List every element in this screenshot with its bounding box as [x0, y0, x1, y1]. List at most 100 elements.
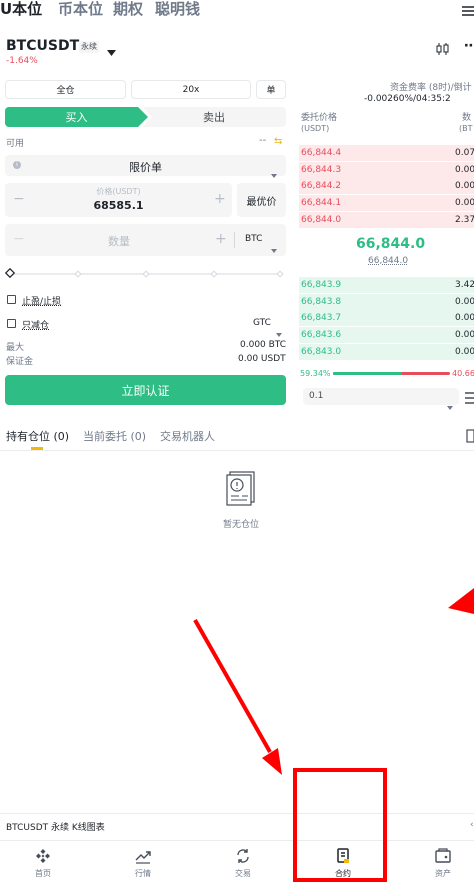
precision-select[interactable]: 0.1 — [303, 388, 459, 410]
expand-icon[interactable]: ‹ — [470, 820, 474, 830]
tab-options[interactable]: 期权 — [113, 0, 143, 18]
price-change: -1.64% — [6, 56, 38, 66]
highlight-box-annotation — [293, 768, 387, 882]
empty-document-icon — [222, 468, 260, 510]
available-label: 可用 — [6, 139, 25, 149]
tab-coinm[interactable]: 币本位 — [58, 0, 103, 18]
candlestick-icon[interactable] — [436, 40, 450, 59]
tab-smart-money[interactable]: 聪明钱 — [155, 0, 200, 18]
max-label: 最大 — [6, 343, 25, 353]
book-price-unit: (USDT) — [301, 124, 330, 133]
best-price-button[interactable]: 最优价 — [237, 183, 286, 217]
mark-price[interactable]: 66,844.0 — [368, 256, 408, 266]
ask-row[interactable]: 66,844.2 0.00 — [299, 178, 474, 194]
bid-qty: 3.42 — [455, 280, 474, 290]
margin-label: 保证金 — [6, 357, 34, 367]
nav-assets-label: 资产 — [435, 869, 451, 878]
qty-increase-button[interactable]: + — [215, 231, 227, 247]
price-increase-button[interactable]: + — [214, 191, 226, 207]
trend-chart-icon — [135, 851, 151, 864]
ask-price: 66,844.0 — [301, 215, 342, 225]
buy-label: 买入 — [65, 111, 88, 124]
buy-ratio: 59.34% — [300, 369, 331, 378]
bid-qty: 0.00 — [455, 313, 474, 323]
book-layout-icon[interactable] — [465, 390, 474, 409]
ask-qty: 0.00 — [455, 181, 474, 191]
ask-price: 66,844.4 — [301, 148, 342, 158]
available-value: -- — [259, 135, 267, 146]
bid-row[interactable]: 66,843.0 0.00 — [299, 344, 474, 360]
symbol-title[interactable]: BTCUSDT — [6, 38, 79, 54]
qty-unit-select[interactable]: BTC — [245, 234, 262, 244]
ask-qty: 2.37 — [455, 215, 474, 225]
bid-qty: 0.00 — [455, 297, 474, 307]
nav-home-label: 首页 — [35, 869, 51, 878]
ratio-bar — [333, 372, 450, 375]
dropdown-icon — [271, 238, 277, 257]
ask-row[interactable]: 66,844.4 0.07 — [299, 145, 474, 161]
tab-positions[interactable]: 持有仓位 (0) — [6, 428, 69, 444]
nav-trade[interactable]: 交易 — [213, 848, 273, 879]
arrow-annotation — [0, 0, 474, 883]
ask-qty: 0.00 — [455, 198, 474, 208]
quantity-input[interactable]: − 数量 + BTC — [5, 224, 286, 256]
last-price[interactable]: 66,844.0 — [356, 236, 425, 252]
margin-mode-button[interactable]: 全仓 — [5, 80, 126, 99]
ask-row[interactable]: 66,844.3 0.00 — [299, 162, 474, 178]
sell-tab[interactable]: 卖出 — [142, 107, 286, 127]
tab-trading-bots[interactable]: 交易机器人 — [160, 428, 215, 444]
ask-row[interactable]: 66,844.1 0.00 — [299, 195, 474, 211]
bid-qty: 0.00 — [455, 347, 474, 357]
nav-home[interactable]: 首页 — [13, 848, 73, 879]
bid-row[interactable]: 66,843.6 0.00 — [299, 327, 474, 343]
qty-divider — [234, 232, 235, 248]
tab-open-orders[interactable]: 当前委托 (0) — [83, 428, 146, 444]
more-icon[interactable]: ⋯ — [464, 38, 474, 54]
symbol-dropdown-icon[interactable] — [107, 42, 116, 61]
reduce-only-label[interactable]: 只减仓 — [22, 318, 49, 331]
divider — [0, 450, 474, 451]
tpsl-checkbox[interactable] — [7, 295, 16, 304]
bid-row[interactable]: 66,843.9 3.42 — [299, 277, 474, 293]
order-type-select[interactable]: i 限价单 — [5, 155, 286, 178]
book-qty-unit: (BT — [459, 124, 473, 133]
bid-row[interactable]: 66,843.7 0.00 — [299, 310, 474, 326]
tpsl-label[interactable]: 止盈/止损 — [22, 294, 61, 307]
tab-usdm[interactable]: U本位 — [0, 0, 42, 18]
divider — [0, 840, 474, 841]
leverage-button[interactable]: 20x — [131, 80, 251, 99]
position-mode-button[interactable]: 单 — [256, 80, 286, 99]
ask-row[interactable]: 66,844.0 2.37 — [299, 212, 474, 228]
price-label: 价格(USDT) — [96, 187, 141, 196]
menu-icon[interactable] — [460, 2, 474, 16]
quantity-slider[interactable] — [4, 265, 286, 279]
kline-chart-bar[interactable]: BTCUSDT 永续 K线图表 — [6, 820, 105, 833]
sell-ratio: 40.66 — [452, 369, 474, 378]
nav-markets[interactable]: 行情 — [113, 848, 173, 879]
dropdown-icon — [276, 322, 282, 341]
verify-label: 立即认证 — [121, 383, 170, 398]
wallet-icon — [435, 848, 451, 863]
max-value: 0.000 BTC — [240, 340, 287, 350]
tif-select[interactable]: GTC — [253, 318, 271, 328]
bid-qty: 0.00 — [455, 330, 474, 340]
bid-price: 66,843.0 — [301, 347, 342, 357]
nav-assets[interactable]: 资产 — [413, 848, 473, 879]
transfer-icon[interactable]: ⇆ — [274, 136, 282, 147]
ask-price: 66,844.1 — [301, 198, 342, 208]
book-qty-header: 数 — [462, 113, 472, 123]
book-price-header: 委托价格 — [301, 113, 338, 123]
ask-price: 66,844.3 — [301, 165, 342, 175]
precision-value: 0.1 — [309, 391, 324, 401]
buy-tab[interactable]: 买入 — [5, 107, 148, 127]
trade-swap-icon — [237, 849, 249, 863]
price-input[interactable]: − 价格(USDT) 68585.1 + — [5, 183, 232, 217]
verify-button[interactable]: 立即认证 — [5, 375, 286, 405]
order-history-icon[interactable] — [466, 428, 474, 447]
bid-row[interactable]: 66,843.8 0.00 — [299, 294, 474, 310]
bid-price: 66,843.8 — [301, 297, 342, 307]
bid-price: 66,843.7 — [301, 313, 342, 323]
position-mode-label: 单 — [266, 86, 276, 96]
binance-logo-icon — [36, 849, 50, 863]
reduce-only-checkbox[interactable] — [7, 319, 16, 328]
